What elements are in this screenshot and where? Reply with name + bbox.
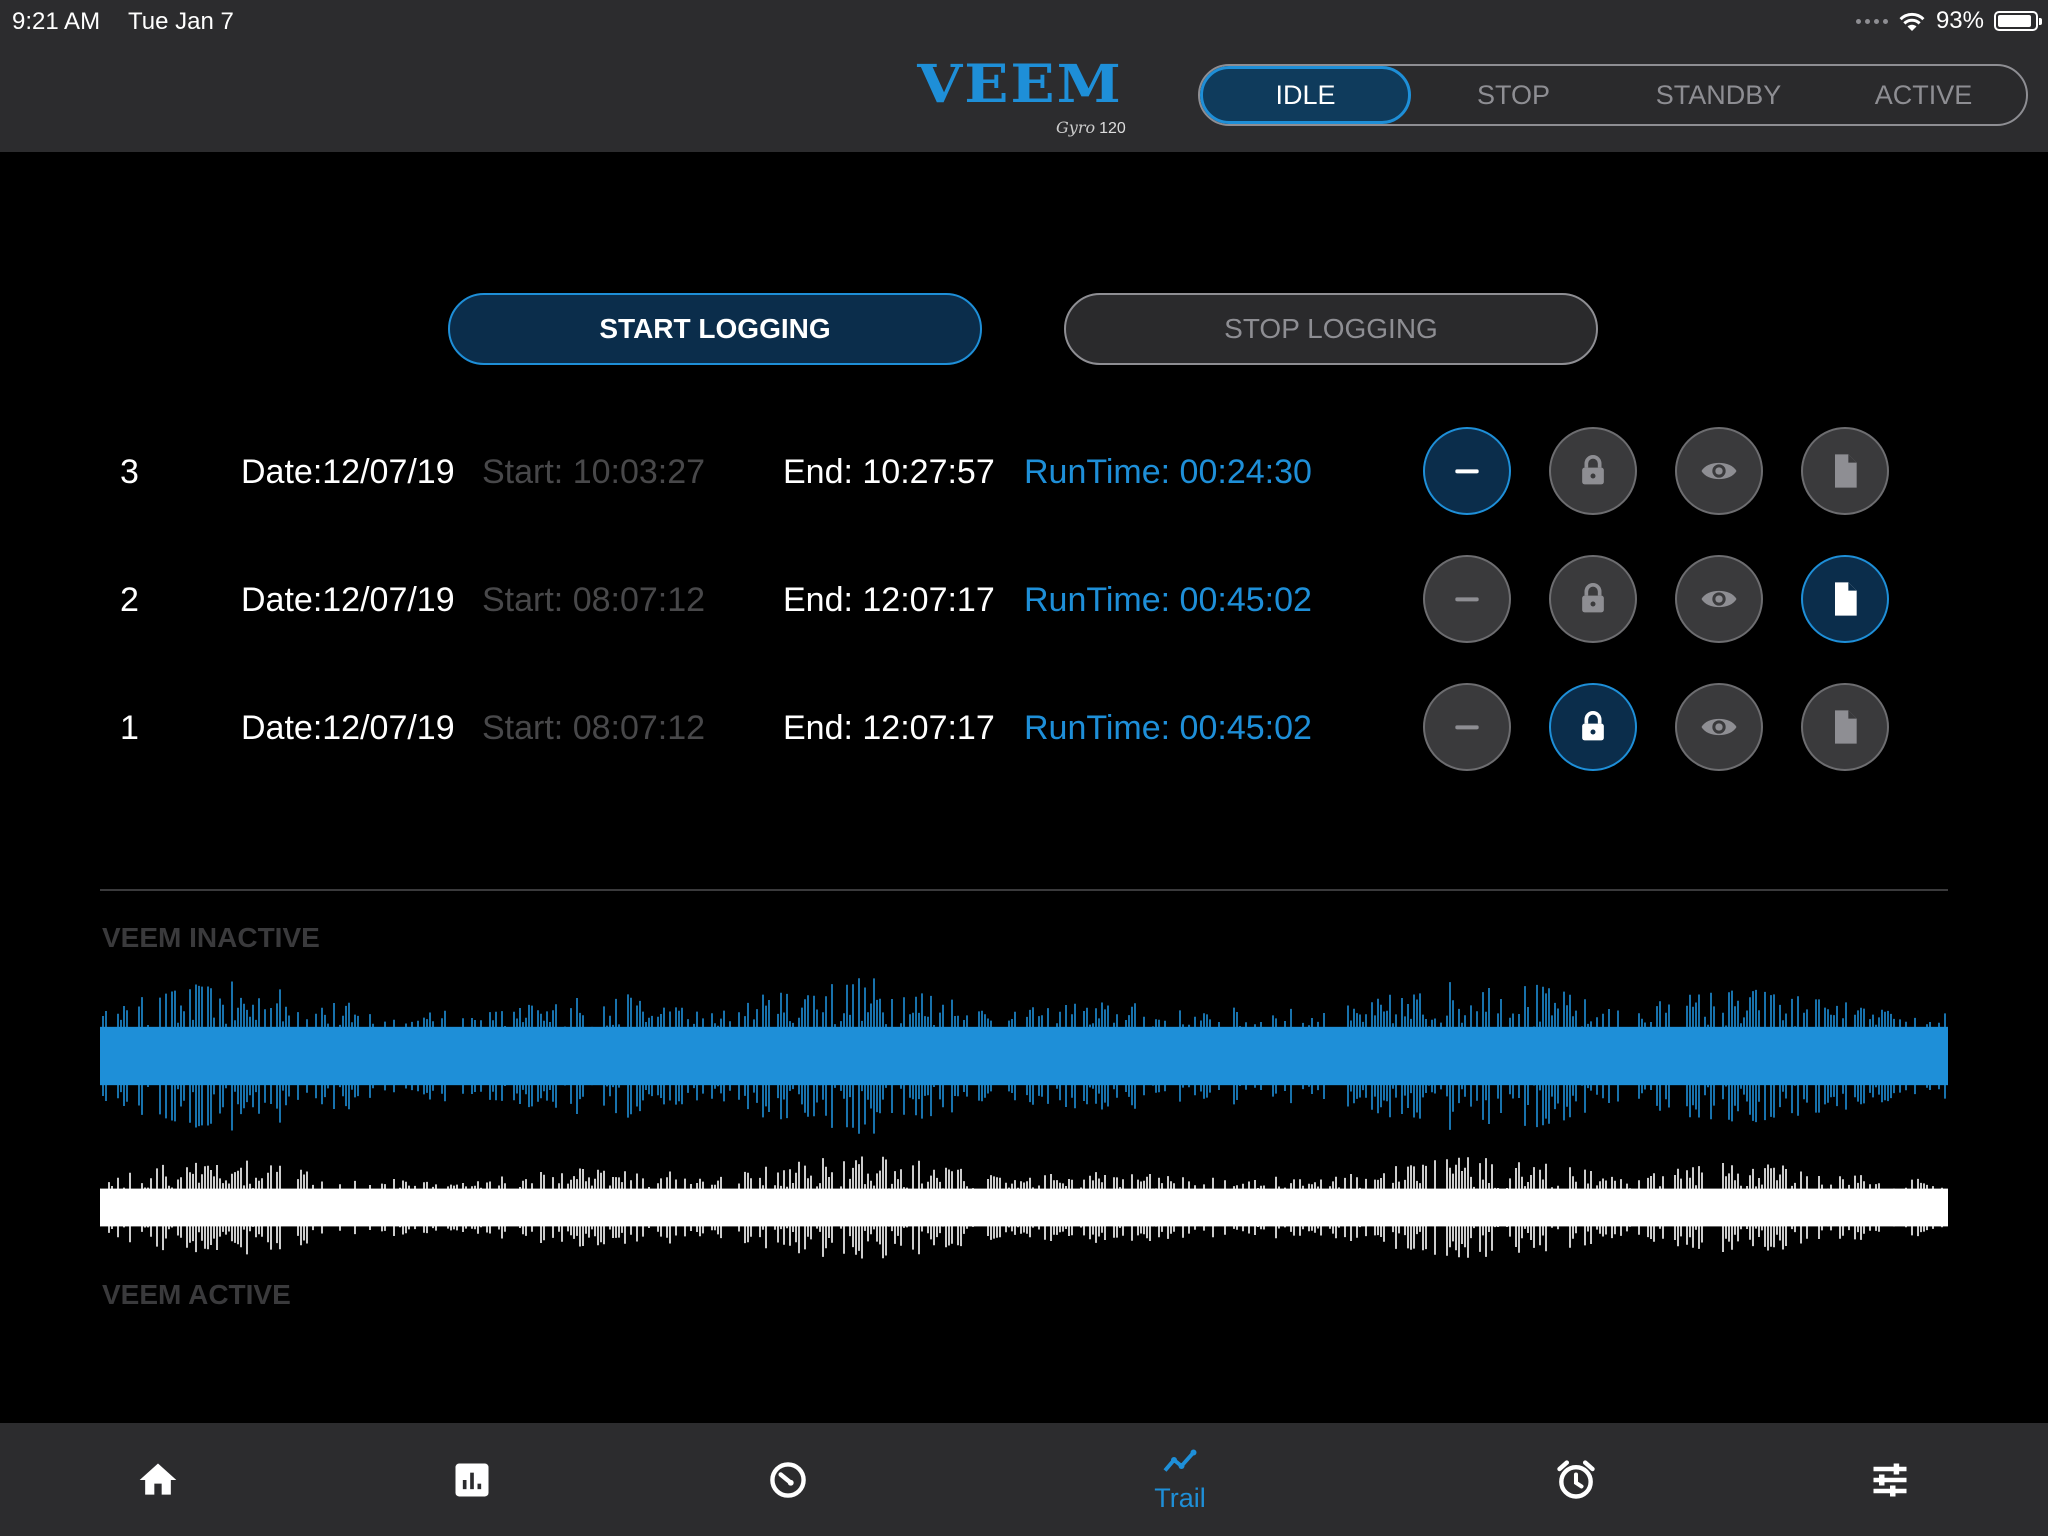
logo-script: Gyro <box>1056 118 1096 137</box>
log-id: 1 <box>120 709 139 747</box>
logo-subtitle: Gyro 120 <box>1056 118 1126 138</box>
lock-icon <box>1573 707 1613 747</box>
mode-active[interactable]: ACTIVE <box>1821 66 2026 124</box>
tab-trail[interactable]: Trail <box>1110 1423 1250 1536</box>
lock-log-button[interactable] <box>1549 427 1637 515</box>
tab-settings[interactable] <box>1820 1423 1960 1536</box>
veem-inactive-waveform <box>100 978 1948 1134</box>
home-icon <box>139 1463 177 1495</box>
view-log-button[interactable] <box>1675 555 1763 643</box>
log-end: End: 10:27:57 <box>783 453 995 491</box>
minus-icon <box>1447 579 1487 619</box>
status-date: Tue Jan 7 <box>128 8 234 35</box>
log-id: 3 <box>120 453 139 491</box>
logo-text: VEEM <box>917 53 1123 115</box>
eye-icon <box>1699 707 1739 747</box>
document-icon <box>1825 579 1865 619</box>
document-icon <box>1825 707 1865 747</box>
mode-standby[interactable]: STANDBY <box>1616 66 1821 124</box>
tab-gauge[interactable] <box>718 1423 858 1536</box>
eye-icon <box>1699 451 1739 491</box>
minus-icon <box>1447 707 1487 747</box>
tab-trail-label: Trail <box>1154 1483 1206 1513</box>
mode-idle-label: IDLE <box>1275 79 1336 110</box>
eye-icon <box>1699 579 1739 619</box>
document-icon <box>1825 451 1865 491</box>
lock-log-button[interactable] <box>1549 683 1637 771</box>
start-logging-button[interactable]: START LOGGING <box>448 293 982 365</box>
gauge-icon <box>770 1461 806 1498</box>
view-log-button[interactable] <box>1675 683 1763 771</box>
export-log-button[interactable] <box>1801 683 1889 771</box>
minus-icon <box>1447 451 1487 491</box>
log-runtime: RunTime: 00:24:30 <box>1024 453 1312 491</box>
tab-bar: Trail <box>0 1423 2048 1536</box>
bar-chart-icon <box>455 1463 489 1496</box>
veem-active-waveform <box>100 1156 1948 1259</box>
status-indicators: 93% <box>1855 6 2042 36</box>
delete-log-button[interactable] <box>1423 683 1511 771</box>
battery-icon <box>1994 11 2042 31</box>
alarm-clock-icon <box>1557 1459 1595 1499</box>
mode-segmented-control: IDLE STOP STANDBY ACTIVE <box>1198 64 2028 126</box>
log-date: Date:12/07/19 <box>241 453 455 491</box>
sliders-icon <box>1873 1463 1907 1496</box>
battery-percent: 93% <box>1935 7 1984 34</box>
log-row: 2 Date:12/07/19 Start: 08:07:12 End: 12:07:… <box>0 555 2048 645</box>
mode-active-label: ACTIVE <box>1874 79 1973 110</box>
export-log-button[interactable] <box>1801 427 1889 515</box>
status-time: 9:21 AM <box>12 8 101 35</box>
divider <box>100 889 1948 891</box>
tab-stats[interactable] <box>402 1423 542 1536</box>
veem-active-label: VEEM ACTIVE <box>102 1279 291 1310</box>
header: 9:21 AM Tue Jan 7 93% VEEM Gyro 120 IDLE … <box>0 0 2048 152</box>
export-log-button[interactable] <box>1801 555 1889 643</box>
view-log-button[interactable] <box>1675 427 1763 515</box>
veem-logo: VEEM Gyro 120 <box>900 58 1140 148</box>
mode-stop-label: STOP <box>1476 79 1551 110</box>
tab-alarm[interactable] <box>1506 1423 1646 1536</box>
delete-log-button[interactable] <box>1423 555 1511 643</box>
log-date: Date:12/07/19 <box>241 709 455 747</box>
mode-standby-label: STANDBY <box>1655 79 1782 110</box>
log-end: End: 12:07:17 <box>783 581 995 619</box>
wifi-icon <box>1899 12 1925 31</box>
log-start: Start: 10:03:27 <box>482 453 706 491</box>
waveform-core <box>100 1026 1948 1086</box>
log-row: 3 Date:12/07/19 Start: 10:03:27 End: 10:27:… <box>0 427 2048 517</box>
trail-icon <box>1163 1449 1197 1472</box>
lock-icon <box>1573 579 1613 619</box>
veem-inactive-label: VEEM INACTIVE <box>102 922 320 953</box>
mode-idle[interactable]: IDLE <box>1200 66 1411 124</box>
lock-log-button[interactable] <box>1549 555 1637 643</box>
waveform-core <box>100 1188 1948 1227</box>
logo-model: 120 <box>1099 120 1126 137</box>
delete-log-button[interactable] <box>1423 427 1511 515</box>
log-runtime: RunTime: 00:45:02 <box>1024 581 1312 619</box>
log-end: End: 12:07:17 <box>783 709 995 747</box>
log-date: Date:12/07/19 <box>241 581 455 619</box>
log-id: 2 <box>120 581 139 619</box>
log-row: 1 Date:12/07/19 Start: 08:07:12 End: 12:07:… <box>0 683 2048 773</box>
cellular-signal-icon <box>1855 18 1888 24</box>
stop-logging-button[interactable]: STOP LOGGING <box>1064 293 1598 365</box>
log-runtime: RunTime: 00:45:02 <box>1024 709 1312 747</box>
log-start: Start: 08:07:12 <box>482 709 706 747</box>
tab-home[interactable] <box>88 1423 228 1536</box>
log-start: Start: 08:07:12 <box>482 581 706 619</box>
lock-icon <box>1573 451 1613 491</box>
mode-stop[interactable]: STOP <box>1411 66 1616 124</box>
